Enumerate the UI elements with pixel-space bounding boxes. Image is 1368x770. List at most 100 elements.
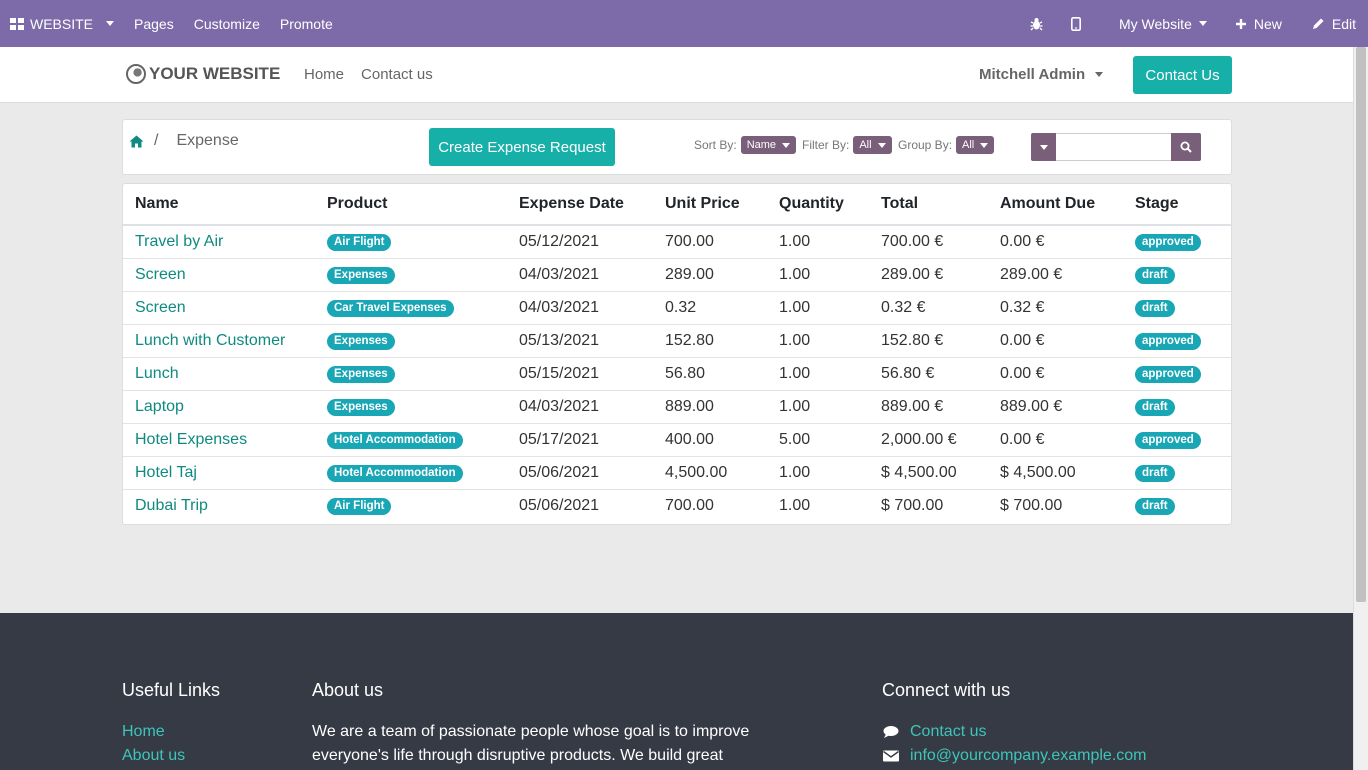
stage-badge: approved (1135, 432, 1201, 449)
expense-name-link[interactable]: Screen (135, 299, 186, 316)
filter-value: All (859, 139, 872, 151)
stage-badge: approved (1135, 366, 1201, 383)
amount-due: 0.00 € (988, 422, 1123, 456)
site-footer: Useful Links Home About us About us We a… (0, 613, 1353, 770)
mobile-preview-button[interactable] (1057, 0, 1095, 47)
search-options-dropdown[interactable] (1031, 133, 1056, 161)
new-button[interactable]: New (1221, 0, 1296, 47)
new-button-label: New (1253, 15, 1282, 32)
search-button[interactable] (1171, 133, 1201, 161)
total: 0.32 € (869, 290, 988, 324)
expense-date: 04/03/2021 (507, 389, 653, 423)
quantity: 5.00 (767, 422, 869, 456)
expense-name-link[interactable]: Dubai Trip (135, 497, 208, 514)
product-badge: Car Travel Expenses (327, 300, 454, 317)
footer-email-link[interactable]: info@yourcompany.example.com (910, 744, 1147, 768)
column-header-name: Name (123, 184, 315, 226)
debug-button[interactable] (1016, 0, 1057, 47)
website-menu[interactable]: WEBSITE (0, 0, 124, 47)
globe-icon (126, 64, 146, 84)
site-logo[interactable]: YOUR WEBSITE (126, 64, 280, 84)
group-label: Group By: (898, 138, 953, 152)
footer-connect-title: Connect with us (882, 680, 1011, 700)
bug-icon (1030, 17, 1043, 30)
footer-contact-link[interactable]: Contact us (910, 720, 986, 744)
amount-due: 0.00 € (988, 323, 1123, 357)
product-badge: Expenses (327, 267, 395, 284)
breadcrumb-current: Expense (176, 132, 239, 149)
footer-link-home[interactable]: Home (122, 720, 220, 744)
column-header-amount-due: Amount Due (988, 184, 1123, 226)
expense-table: Name Product Expense Date Unit Price Qua… (123, 184, 1231, 522)
unit-price: 0.32 (653, 290, 767, 324)
column-header-unit-price: Unit Price (653, 184, 767, 226)
scrollbar-thumb[interactable] (1356, 47, 1366, 602)
sort-control: Sort By: Name (694, 136, 797, 154)
site-switcher[interactable]: My Website (1095, 0, 1221, 47)
table-row: Screen Expenses 04/03/2021 289.00 1.00 2… (123, 257, 1231, 291)
expense-name-link[interactable]: Hotel Taj (135, 464, 197, 481)
expense-date: 05/13/2021 (507, 323, 653, 357)
search-icon (1180, 141, 1192, 153)
table-row: Travel by Air Air Flight 05/12/2021 700.… (123, 225, 1231, 258)
home-icon[interactable] (129, 135, 144, 148)
site-logo-text: YOUR WEBSITE (149, 64, 281, 83)
column-header-expense-date: Expense Date (507, 184, 653, 226)
amount-due: $ 4,500.00 (988, 455, 1123, 489)
chevron-down-icon (1198, 21, 1207, 26)
product-badge: Expenses (327, 366, 395, 383)
stage-badge: approved (1135, 234, 1201, 252)
expense-name-link[interactable]: Screen (135, 266, 186, 283)
product-badge: Expenses (327, 333, 395, 350)
user-menu[interactable]: Mitchell Admin (979, 66, 1104, 83)
expense-name-link[interactable]: Laptop (135, 398, 184, 415)
expense-date: 04/03/2021 (507, 290, 653, 324)
quantity: 1.00 (767, 389, 869, 423)
expense-name-link[interactable]: Lunch with Customer (135, 332, 285, 349)
expense-date: 04/03/2021 (507, 257, 653, 291)
contact-us-button[interactable]: Contact Us (1133, 56, 1232, 94)
envelope-icon (883, 750, 899, 762)
sort-label: Sort By: (694, 138, 737, 152)
breadcrumb: / Expense (129, 132, 239, 150)
amount-due: 0.32 € (988, 290, 1123, 324)
stage-badge: draft (1135, 300, 1175, 317)
footer-link-about-us[interactable]: About us (122, 744, 220, 768)
nav-home[interactable]: Home (304, 66, 344, 83)
quantity: 1.00 (767, 257, 869, 291)
create-expense-button[interactable]: Create Expense Request (429, 128, 615, 166)
nav-contact-us[interactable]: Contact us (361, 66, 433, 83)
total: 2,000.00 € (869, 422, 988, 456)
product-badge: Air Flight (327, 234, 392, 252)
sort-dropdown[interactable]: Name (740, 136, 797, 154)
product-badge: Expenses (327, 399, 395, 416)
total: 56.80 € (869, 356, 988, 390)
quantity: 1.00 (767, 356, 869, 390)
customize-menu[interactable]: Customize (184, 0, 270, 47)
edit-button[interactable]: Edit (1296, 0, 1368, 47)
chevron-down-icon (106, 21, 115, 26)
footer-about-title: About us (312, 680, 384, 700)
footer-connect: Connect with us Contact us info@yourcomp… (882, 680, 1147, 768)
quantity: 1.00 (767, 488, 869, 522)
search-input[interactable] (1056, 133, 1171, 161)
filter-dropdown[interactable]: All (853, 136, 892, 154)
group-dropdown[interactable]: All (956, 136, 995, 154)
footer-useful-links-title: Useful Links (122, 680, 221, 700)
chevron-down-icon (1039, 144, 1048, 150)
admin-bar: WEBSITE Pages Customize Promote My Websi… (0, 0, 1368, 47)
expense-name-link[interactable]: Lunch (135, 365, 179, 382)
website-menu-label: WEBSITE (30, 15, 94, 32)
expense-name-link[interactable]: Travel by Air (135, 233, 223, 250)
site-header: YOUR WEBSITE Home Contact us Mitchell Ad… (0, 47, 1353, 103)
unit-price: 700.00 (665, 232, 714, 250)
page-scrollbar[interactable] (1353, 47, 1368, 770)
table-row: Laptop Expenses 04/03/2021 889.00 1.00 8… (123, 389, 1231, 423)
pages-menu[interactable]: Pages (124, 0, 184, 47)
unit-price: 4,500.00 (653, 455, 767, 489)
expense-name-link[interactable]: Hotel Expenses (135, 431, 247, 448)
mobile-icon (1070, 16, 1081, 31)
table-row: Hotel Expenses Hotel Accommodation 05/17… (123, 422, 1231, 456)
site-switcher-label: My Website (1118, 15, 1192, 32)
promote-menu[interactable]: Promote (270, 0, 343, 47)
